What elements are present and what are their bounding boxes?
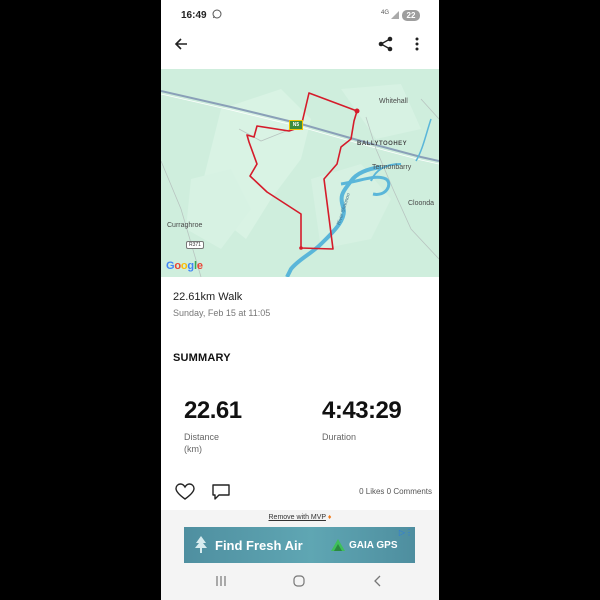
map-label-cloonda: Cloonda — [408, 200, 435, 207]
summary-heading: SUMMARY — [173, 352, 231, 364]
flame-icon: ♦ — [327, 514, 332, 521]
social-row: 0 Likes 0 Comments — [161, 480, 439, 504]
network-type: 4G — [381, 10, 390, 16]
signal-icon — [391, 11, 399, 19]
route-map[interactable]: N5 Whitehall BALLYTOOHEY Termonbarry Clo… — [161, 69, 439, 277]
home-icon[interactable] — [293, 575, 305, 587]
share-button[interactable] — [374, 32, 398, 56]
status-time: 16:49 — [181, 10, 207, 21]
back-button[interactable] — [169, 32, 193, 56]
ad-headline: Find Fresh Air — [215, 538, 303, 553]
system-nav-bar — [161, 566, 439, 600]
duration-label: Duration — [322, 432, 357, 442]
distance-unit: (km) — [184, 444, 202, 454]
duration-value: 4:43:29 — [322, 397, 402, 424]
likes-comments-count[interactable]: 0 Likes 0 Comments — [359, 487, 432, 496]
ad-choices-icon[interactable]: ▷⋮ — [399, 528, 413, 537]
ad-brand: GAIA GPS — [349, 540, 398, 551]
whatsapp-icon — [212, 9, 222, 19]
ad-banner[interactable]: Find Fresh Air GAIA GPS ▷⋮ — [184, 527, 415, 563]
arrow-left-icon — [174, 38, 187, 50]
more-options-button[interactable] — [405, 32, 429, 56]
tree-icon — [195, 536, 207, 553]
google-logo: Google — [166, 260, 203, 272]
like-button[interactable] — [173, 480, 197, 504]
gaia-logo-icon — [331, 539, 345, 551]
map-label-curraghroe: Curraghroe — [167, 222, 203, 229]
back-nav-icon[interactable] — [372, 575, 384, 587]
distance-label-text: Distance — [184, 432, 220, 442]
map-label-whitehall: Whitehall — [379, 98, 408, 105]
heart-icon — [175, 483, 195, 500]
map-road-r371: R371 — [186, 241, 204, 249]
distance-value: 22.61 — [184, 397, 242, 424]
recent-apps-icon[interactable] — [215, 575, 227, 587]
remove-ads-text: Remove with MVP — [268, 514, 326, 521]
distance-label: Distance (km) — [184, 431, 244, 455]
remove-ads-link[interactable]: Remove with MVP ♦ — [161, 514, 439, 521]
comment-icon — [212, 484, 230, 500]
comment-button[interactable] — [209, 480, 233, 504]
map-label-termonbarry: Termonbarry — [372, 164, 412, 171]
app-bar — [161, 32, 439, 68]
map-label-ballytoohey: BALLYTOOHEY — [357, 141, 408, 147]
battery-indicator: 22 — [402, 10, 420, 21]
route-badge: N5 — [289, 120, 303, 130]
phone-screen: 16:49 4G 22 N5 Whitehall BALLYTOOHEY Ter… — [161, 0, 439, 600]
activity-title: 22.61km Walk — [173, 291, 243, 303]
share-icon — [378, 36, 393, 52]
status-bar: 16:49 4G 22 — [161, 0, 439, 32]
activity-date: Sunday, Feb 15 at 11:05 — [173, 308, 271, 318]
more-vert-icon — [415, 37, 419, 51]
